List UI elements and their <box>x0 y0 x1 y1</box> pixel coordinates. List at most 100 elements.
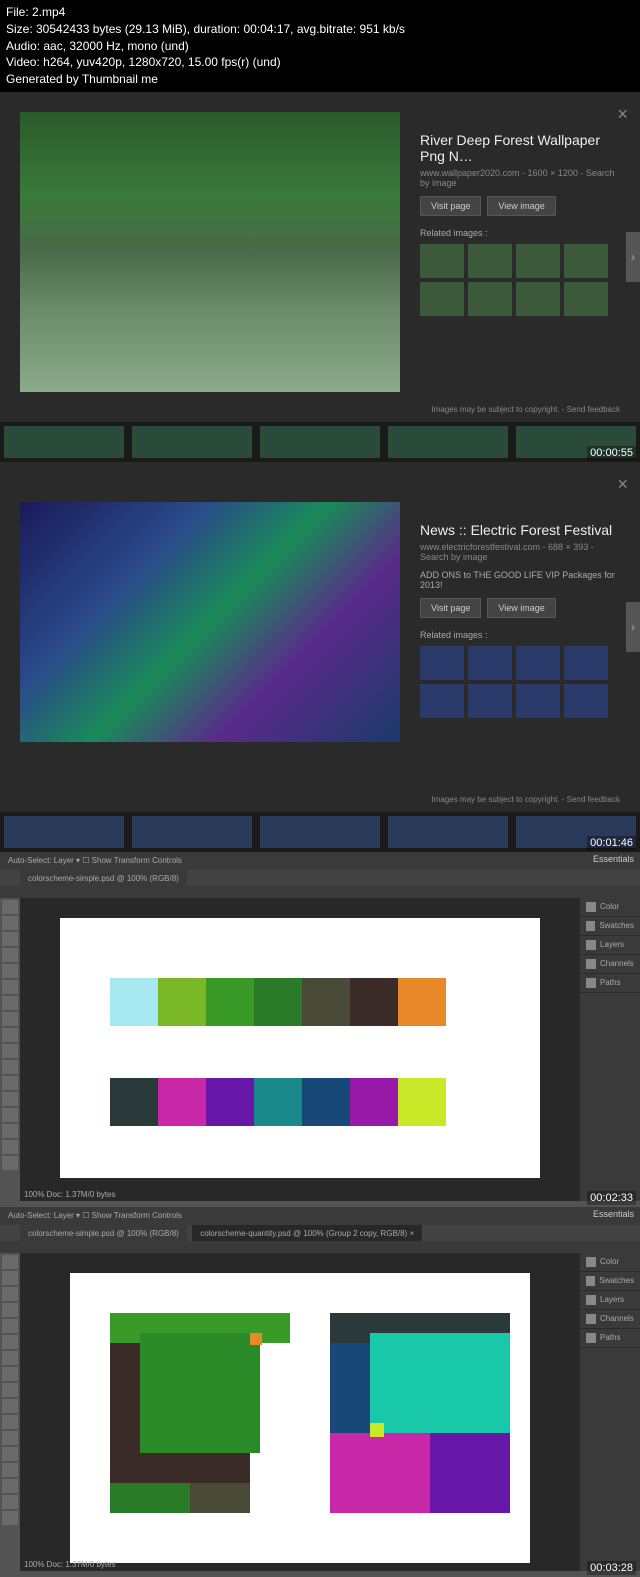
paths-panel[interactable]: Paths <box>580 1329 640 1348</box>
canvas-area[interactable]: 100% Doc: 1.37M/0 bytes <box>20 898 580 1201</box>
move-tool-icon[interactable] <box>2 900 18 914</box>
workspace-label[interactable]: Essentials <box>593 854 634 864</box>
color-swatch[interactable] <box>254 1078 302 1126</box>
color-swatch[interactable] <box>350 978 398 1026</box>
tool-icon[interactable] <box>2 1287 18 1301</box>
related-thumb[interactable] <box>516 282 560 316</box>
tool-icon[interactable] <box>2 1156 18 1170</box>
tool-icon[interactable] <box>2 1447 18 1461</box>
tool-icon[interactable] <box>2 1351 18 1365</box>
tool-icon[interactable] <box>2 1060 18 1074</box>
color-swatch[interactable] <box>158 978 206 1026</box>
close-icon[interactable]: × <box>617 104 628 125</box>
view-image-button[interactable]: View image <box>487 598 555 618</box>
visit-page-button[interactable]: Visit page <box>420 196 481 216</box>
tool-icon[interactable] <box>2 1495 18 1509</box>
options-bar[interactable]: Auto-Select: Layer ▾ ☐ Show Transform Co… <box>0 852 640 870</box>
related-thumb[interactable] <box>564 244 608 278</box>
paths-panel[interactable]: Paths <box>580 974 640 993</box>
canvas[interactable] <box>60 918 540 1178</box>
color-panel[interactable]: Color <box>580 1253 640 1272</box>
tool-icon[interactable] <box>2 1319 18 1333</box>
canvas[interactable] <box>70 1273 530 1563</box>
color-swatch[interactable] <box>206 978 254 1026</box>
tool-icon[interactable] <box>2 1463 18 1477</box>
view-image-button[interactable]: View image <box>487 196 555 216</box>
related-thumb[interactable] <box>468 684 512 718</box>
related-thumb[interactable] <box>420 282 464 316</box>
options-bar[interactable]: Auto-Select: Layer ▾ ☐ Show Transform Co… <box>0 1207 640 1225</box>
tool-icon[interactable] <box>2 1415 18 1429</box>
tool-icon[interactable] <box>2 1140 18 1154</box>
color-swatch[interactable] <box>110 1078 158 1126</box>
strip-thumb[interactable] <box>132 426 252 458</box>
related-thumb[interactable] <box>420 646 464 680</box>
swatches-panel[interactable]: Swatches <box>580 1272 640 1291</box>
strip-thumb[interactable] <box>132 816 252 848</box>
channels-panel[interactable]: Channels <box>580 955 640 974</box>
next-arrow-icon[interactable]: › <box>626 232 640 282</box>
color-swatch[interactable] <box>398 978 446 1026</box>
tool-icon[interactable] <box>2 964 18 978</box>
tool-icon[interactable] <box>2 932 18 946</box>
tool-icon[interactable] <box>2 1271 18 1285</box>
strip-thumb[interactable] <box>388 816 508 848</box>
tools-panel[interactable] <box>0 1253 20 1571</box>
composition-2[interactable] <box>330 1313 510 1513</box>
document-tab[interactable]: colorscheme-simple.psd @ 100% (RGB/8) <box>20 1225 187 1241</box>
tool-icon[interactable] <box>2 1431 18 1445</box>
color-swatch[interactable] <box>158 1078 206 1126</box>
move-tool-icon[interactable] <box>2 1255 18 1269</box>
swatches-panel[interactable]: Swatches <box>580 917 640 936</box>
strip-thumb[interactable] <box>260 816 380 848</box>
canvas-area[interactable]: 100% Doc: 1.37M/0 bytes <box>20 1253 580 1571</box>
tool-icon[interactable] <box>2 1124 18 1138</box>
strip-thumb[interactable] <box>4 816 124 848</box>
preview-image-electric[interactable] <box>20 502 400 742</box>
channels-panel[interactable]: Channels <box>580 1310 640 1329</box>
related-thumb[interactable] <box>564 282 608 316</box>
tool-icon[interactable] <box>2 1383 18 1397</box>
tool-icon[interactable] <box>2 1399 18 1413</box>
color-swatch[interactable] <box>206 1078 254 1126</box>
color-swatch[interactable] <box>302 978 350 1026</box>
related-thumb[interactable] <box>468 244 512 278</box>
tool-icon[interactable] <box>2 1076 18 1090</box>
color-panel[interactable]: Color <box>580 898 640 917</box>
layers-panel[interactable]: Layers <box>580 1291 640 1310</box>
close-icon[interactable]: × <box>617 474 628 495</box>
related-thumb[interactable] <box>564 684 608 718</box>
layers-panel[interactable]: Layers <box>580 936 640 955</box>
related-thumb[interactable] <box>468 646 512 680</box>
document-tab[interactable]: colorscheme-simple.psd @ 100% (RGB/8) <box>20 870 187 886</box>
tool-icon[interactable] <box>2 1044 18 1058</box>
strip-thumb[interactable] <box>260 426 380 458</box>
tool-icon[interactable] <box>2 1012 18 1026</box>
color-swatch[interactable] <box>110 978 158 1026</box>
tools-panel[interactable] <box>0 898 20 1201</box>
tool-icon[interactable] <box>2 1028 18 1042</box>
tool-icon[interactable] <box>2 1108 18 1122</box>
tool-icon[interactable] <box>2 916 18 930</box>
tool-icon[interactable] <box>2 1092 18 1106</box>
tool-icon[interactable] <box>2 1335 18 1349</box>
tool-icon[interactable] <box>2 1303 18 1317</box>
color-swatch[interactable] <box>254 978 302 1026</box>
related-thumb[interactable] <box>516 646 560 680</box>
tool-icon[interactable] <box>2 948 18 962</box>
workspace-label[interactable]: Essentials <box>593 1209 634 1219</box>
tool-icon[interactable] <box>2 996 18 1010</box>
color-swatch[interactable] <box>302 1078 350 1126</box>
tool-icon[interactable] <box>2 1479 18 1493</box>
related-thumb[interactable] <box>564 646 608 680</box>
related-thumb[interactable] <box>420 684 464 718</box>
preview-image-forest[interactable] <box>20 112 400 392</box>
color-swatch[interactable] <box>398 1078 446 1126</box>
tool-icon[interactable] <box>2 1367 18 1381</box>
related-thumb[interactable] <box>516 684 560 718</box>
color-swatch[interactable] <box>350 1078 398 1126</box>
related-thumb[interactable] <box>468 282 512 316</box>
document-tab-active[interactable]: colorscheme-quantity.psd @ 100% (Group 2… <box>192 1225 422 1241</box>
composition-1[interactable] <box>110 1313 290 1513</box>
strip-thumb[interactable] <box>388 426 508 458</box>
